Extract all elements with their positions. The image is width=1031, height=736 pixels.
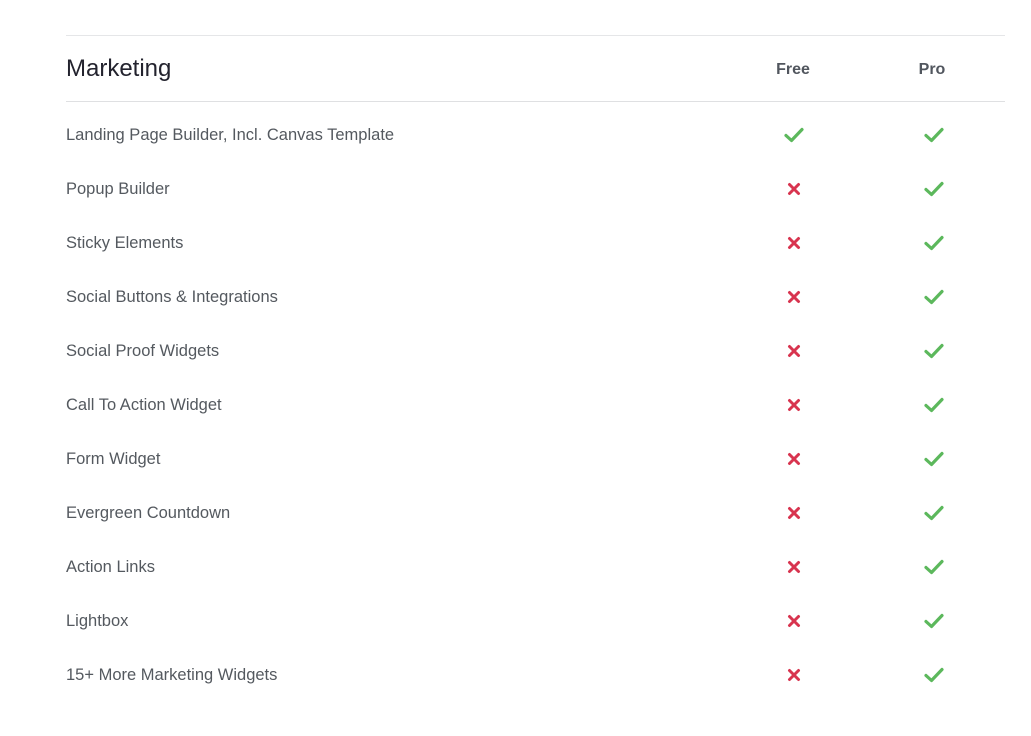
table-row: Social Buttons & Integrations <box>66 275 1005 329</box>
feature-label: Popup Builder <box>66 180 170 198</box>
table-row: Landing Page Builder, Incl. Canvas Templ… <box>66 113 1005 167</box>
feature-label: Call To Action Widget <box>66 396 222 414</box>
check-icon <box>894 233 974 253</box>
cross-icon <box>754 449 834 469</box>
cross-icon <box>754 557 834 577</box>
table-row: Popup Builder <box>66 167 1005 221</box>
check-icon <box>894 341 974 361</box>
cross-icon <box>754 395 834 415</box>
check-icon <box>894 557 974 577</box>
check-icon <box>894 395 974 415</box>
cross-icon <box>754 503 834 523</box>
check-icon <box>894 287 974 307</box>
feature-comparison-table: Marketing Free Pro Landing Page Builder,… <box>66 35 1005 707</box>
check-icon <box>894 449 974 469</box>
feature-label: Form Widget <box>66 450 161 468</box>
cross-icon <box>754 287 834 307</box>
table-row: Sticky Elements <box>66 221 1005 275</box>
table-row: Call To Action Widget <box>66 383 1005 437</box>
table-header: Marketing Free Pro <box>66 36 1005 102</box>
feature-label: Sticky Elements <box>66 234 184 252</box>
table-row: Action Links <box>66 545 1005 599</box>
feature-label: Evergreen Countdown <box>66 504 231 522</box>
feature-label: Social Buttons & Integrations <box>66 288 278 306</box>
cross-icon <box>754 179 834 199</box>
cross-icon <box>754 611 834 631</box>
table-row: Lightbox <box>66 599 1005 653</box>
feature-label: Lightbox <box>66 612 129 630</box>
section-title: Marketing <box>66 55 172 82</box>
feature-label: Action Links <box>66 558 155 576</box>
check-icon <box>894 611 974 631</box>
feature-label: Landing Page Builder, Incl. Canvas Templ… <box>66 126 395 144</box>
table-row: Form Widget <box>66 437 1005 491</box>
feature-label: 15+ More Marketing Widgets <box>66 666 278 684</box>
cross-icon <box>754 233 834 253</box>
check-icon <box>754 125 834 145</box>
column-header-free: Free <box>776 61 810 78</box>
check-icon <box>894 503 974 523</box>
column-header-pro: Pro <box>918 61 946 78</box>
cross-icon <box>754 341 834 361</box>
table-row: Evergreen Countdown <box>66 491 1005 545</box>
check-icon <box>894 125 974 145</box>
check-icon <box>894 179 974 199</box>
table-row: Social Proof Widgets <box>66 329 1005 383</box>
check-icon <box>894 665 974 685</box>
feature-rows: Landing Page Builder, Incl. Canvas Templ… <box>66 102 1005 707</box>
cross-icon <box>754 665 834 685</box>
table-row: 15+ More Marketing Widgets <box>66 653 1005 707</box>
feature-label: Social Proof Widgets <box>66 342 220 360</box>
